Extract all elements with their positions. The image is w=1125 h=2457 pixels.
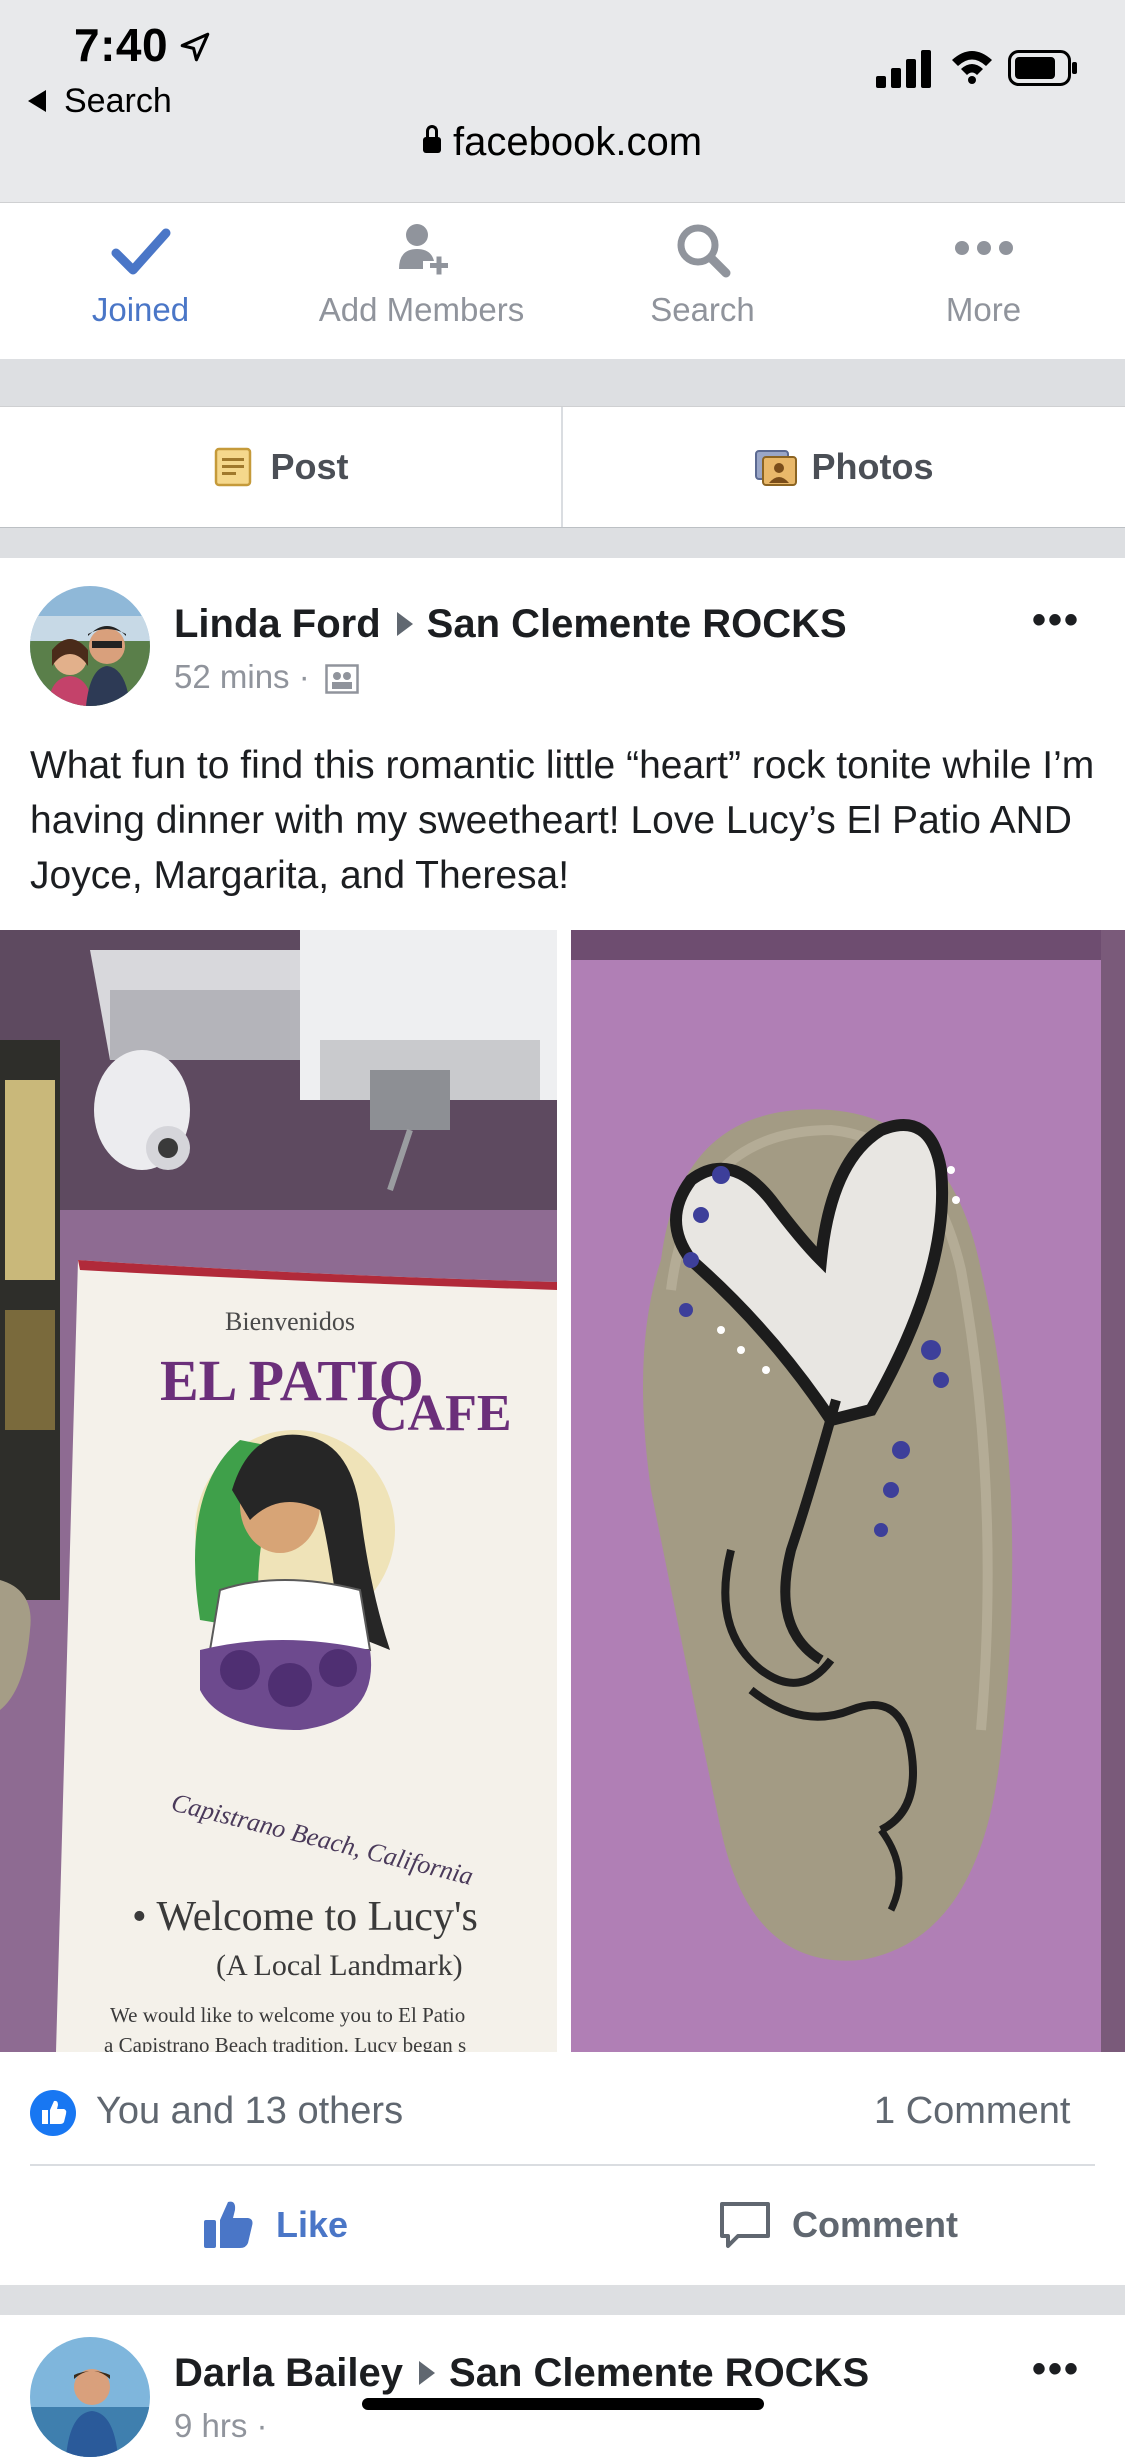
add-members-button[interactable]: Add Members [281,203,562,359]
meta-separator: · [289,658,319,695]
feed-post: Darla Bailey San Clemente ROCKS 9 hrs · •… [0,2315,1125,2457]
post-photo-rock[interactable] [571,930,1125,2052]
menu-sub-text: (A Local Landmark) [216,1949,463,1982]
shared-to-arrow-icon [419,2361,436,2386]
location-arrow-icon [180,32,210,62]
post-photos: Bienvenidos EL PATIO CAFE Capistrano Bea… [0,930,1125,2052]
group-action-bar: Joined Add Members Search More [0,203,1125,359]
menu-brand-line2: CAFE [370,1385,512,1442]
post-options-icon[interactable]: ••• [1032,2347,1080,2392]
back-to-app-link[interactable]: Search [64,82,172,121]
section-divider [0,359,1125,406]
photos-icon [754,450,797,486]
photos-button-label: Photos [811,446,934,487]
post-meta: 52 mins · [174,658,359,696]
joined-button[interactable]: Joined [0,203,281,359]
section-divider [0,528,1125,558]
menu-photo-image: Bienvenidos EL PATIO CAFE Capistrano Bea… [0,930,557,2052]
author-name[interactable]: Linda Ford [174,602,381,646]
comment-bubble-icon [720,2202,770,2248]
like-button-label: Like [276,2204,349,2245]
home-indicator[interactable] [362,2398,764,2410]
post-author-line: Linda Ford San Clemente ROCKS [174,602,847,647]
post-meta: 9 hrs · [174,2407,268,2445]
search-label: Search [650,291,755,328]
meta-separator: · [247,2407,268,2444]
avatar[interactable] [30,2337,150,2457]
shared-to-arrow-icon [396,612,413,637]
add-members-label: Add Members [318,291,525,328]
group-name-link[interactable]: San Clemente ROCKS [427,602,847,646]
post-photo-menu[interactable]: Bienvenidos EL PATIO CAFE Capistrano Bea… [0,930,557,2052]
more-label: More [945,291,1022,328]
comment-button[interactable]: Comment [716,2170,958,2280]
wifi-icon [952,51,992,84]
like-button[interactable]: Like [200,2170,348,2280]
avatar-photo [30,2337,150,2457]
joined-label: Joined [91,291,190,328]
menu-welcome-text: • Welcome to Lucy's [132,1894,478,1940]
post-button-label: Post [270,446,349,487]
more-button[interactable]: More [843,203,1124,359]
add-member-icon [398,224,448,275]
status-time: 7:40 [74,19,169,71]
cellular-signal-icon [876,50,931,88]
lock-icon [422,125,441,153]
post-author-line: Darla Bailey San Clemente ROCKS [174,2351,869,2396]
post-button[interactable]: Post [0,407,563,527]
battery-icon [1008,50,1077,86]
menu-header-text: Bienvenidos [225,1307,355,1336]
group-name-link[interactable]: San Clemente ROCKS [449,2351,869,2395]
menu-body-2: a Capistrano Beach tradition. Lucy began… [104,2033,466,2052]
rock-photo-image [571,930,1125,2052]
group-members-icon [325,664,359,695]
post-timestamp[interactable]: 9 hrs [174,2407,247,2444]
post-options-icon[interactable]: ••• [1032,598,1080,643]
checkmark-icon [111,228,170,275]
group-search-button[interactable]: Search [562,203,843,359]
section-divider [0,2285,1125,2315]
note-icon [215,447,252,487]
divider [30,2164,1095,2166]
author-name[interactable]: Darla Bailey [174,2351,403,2395]
url-text: facebook.com [452,120,703,164]
menu-body-1: We would like to welcome you to El Patio [110,2003,465,2027]
avatar[interactable] [30,586,150,706]
post-timestamp[interactable]: 52 mins [174,658,290,695]
comment-count[interactable]: 1 Comment [874,2090,1070,2133]
more-dots-icon [954,241,1013,255]
avatar-photo [30,586,150,706]
back-arrow-icon[interactable] [28,90,46,112]
composer-bar: Post Photos [0,406,1125,529]
photos-button[interactable]: Photos [563,407,1124,527]
like-reaction-icon [30,2090,76,2136]
reaction-summary[interactable]: You and 13 others [96,2090,403,2133]
thumbs-up-icon [204,2201,253,2248]
comment-button-label: Comment [792,2204,959,2245]
post-text: What fun to find this romantic little “h… [30,744,1095,897]
url-bar[interactable]: facebook.com [0,120,1125,165]
search-icon [677,224,730,278]
